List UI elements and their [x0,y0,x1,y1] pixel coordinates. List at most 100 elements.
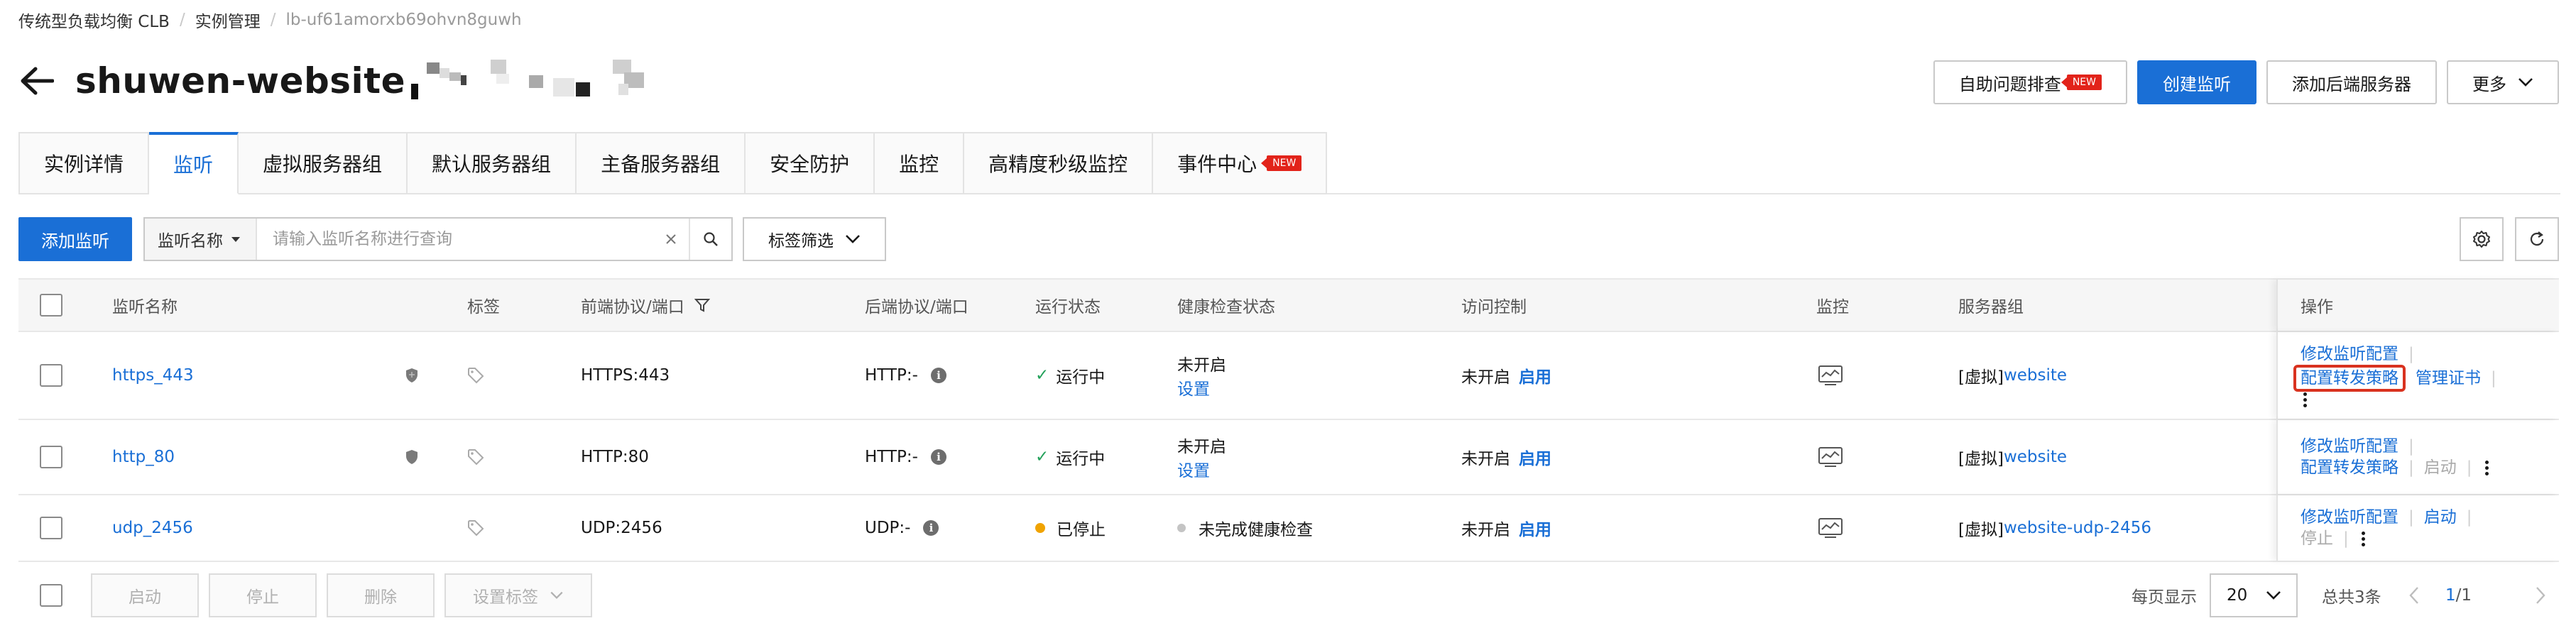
tab-high-precision-monitoring[interactable]: 高精度秒级监控 [964,132,1154,194]
server-group-link[interactable]: website [2004,366,2067,385]
action-line [2301,392,2496,407]
current-page[interactable]: 1 [2445,586,2456,605]
self-diagnose-button[interactable]: 自助问题排查 NEW [1933,60,2127,104]
batch-start-button[interactable]: 启动 [91,573,199,617]
search-icon[interactable] [689,219,731,260]
header-actions: 自助问题排查 NEW 创建监听 添加后端服务器 更多 [1933,60,2559,104]
tab-instance-details[interactable]: 实例详情 [18,132,150,194]
listener-name-link[interactable]: http_80 [112,420,175,494]
tag-filter-label: 标签筛选 [768,232,834,251]
more-dropdown-button[interactable]: 更多 [2447,60,2559,104]
manage-certificate-link[interactable]: 管理证书 [2416,368,2481,389]
tab-listeners[interactable]: 监听 [149,132,239,194]
health-settings-link[interactable]: 设置 [1177,457,1226,481]
server-group-prefix: [虚拟] [1958,368,2004,387]
tab-virtual-server-groups[interactable]: 虚拟服务器组 [239,132,408,194]
batch-delete-button[interactable]: 删除 [327,573,435,617]
start-link[interactable]: 启动 [2424,507,2457,528]
tab-primary-secondary-group[interactable]: 主备服务器组 [577,132,746,194]
add-listener-button[interactable]: 添加监听 [18,217,132,261]
col-header-health: 健康检查状态 [1177,298,1275,316]
row-checkbox[interactable] [40,364,62,387]
acl-enable-link[interactable]: 启用 [1519,363,1551,387]
info-icon[interactable]: i [923,520,939,536]
tab-label: 主备服务器组 [601,153,721,176]
clear-icon[interactable] [653,219,689,260]
tag-icon[interactable] [467,495,484,561]
health-status: 未完成健康检查 [1199,521,1313,539]
prev-page-icon[interactable] [2408,573,2420,617]
search-box: 监听名称 [143,217,733,261]
actions-cell: 修改监听配置 | 配置转发策略 | 启动 | [2301,420,2492,494]
health-cell: 未开启 设置 [1177,420,1226,494]
refresh-icon[interactable] [2515,217,2559,261]
check-icon: ✓ [1035,448,1049,466]
status-text: 运行中 [1056,450,1106,468]
acl-status: 未开启 [1461,521,1510,539]
more-actions-icon[interactable] [2482,460,2492,475]
create-listener-button[interactable]: 创建监听 [2137,60,2256,104]
back-arrow-icon[interactable] [18,62,55,99]
actions-cell: 修改监听配置 | 启动 | 停止 | [2301,495,2472,561]
settings-gear-icon[interactable] [2460,217,2504,261]
breadcrumb-item-instances[interactable]: 实例管理 [195,8,261,32]
more-actions-icon[interactable] [2301,392,2310,407]
acl-status: 未开启 [1461,368,1510,387]
health-settings-link[interactable]: 设置 [1177,375,1226,400]
info-icon[interactable]: i [930,449,946,465]
next-page-icon[interactable] [2535,573,2546,617]
page-size-select[interactable]: 20 [2210,573,2298,617]
action-line: 配置转发策略 管理证书 | [2293,365,2496,392]
server-group-link[interactable]: website [2004,448,2067,466]
action-line: 修改监听配置 | [2301,436,2492,457]
monitor-chart-icon[interactable] [1818,420,1843,494]
info-icon[interactable]: i [930,368,946,383]
filter-icon[interactable] [694,297,710,313]
monitor-chart-icon[interactable] [1818,332,1843,419]
select-all-checkbox[interactable] [40,294,62,316]
listener-name-link[interactable]: https_443 [112,332,194,419]
search-field-select[interactable]: 监听名称 [145,219,257,260]
table-row: udp_2456 UDP:2456 UDP:- i 已停止 未完成健康检查 未开… [18,495,2559,562]
search-input[interactable] [257,219,653,260]
status-text: 运行中 [1056,368,1106,387]
configure-forwarding-link[interactable]: 配置转发策略 [2301,457,2398,478]
row-checkbox[interactable] [40,446,62,468]
frontend-port: HTTPS:443 [581,366,670,385]
more-actions-icon[interactable] [2359,531,2368,546]
backend-port-cell: UDP:- i [865,495,939,561]
tag-filter-dropdown[interactable]: 标签筛选 [743,217,886,261]
tab-security-protection[interactable]: 安全防护 [746,132,875,194]
server-group-link[interactable]: website-udp-2456 [2004,519,2151,537]
divider: | [2408,345,2414,363]
row-checkbox[interactable] [40,517,62,539]
tag-icon[interactable] [467,332,484,419]
modify-listener-link[interactable]: 修改监听配置 [2301,436,2398,457]
batch-stop-button[interactable]: 停止 [209,573,317,617]
breadcrumb-item-clb[interactable]: 传统型负载均衡 CLB [18,8,170,32]
modify-listener-link[interactable]: 修改监听配置 [2301,343,2398,365]
tab-label: 监控 [899,153,939,176]
add-backend-server-button[interactable]: 添加后端服务器 [2266,60,2437,104]
col-header-server-group: 服务器组 [1958,298,2024,316]
tab-event-center[interactable]: 事件中心 NEW [1153,132,1328,194]
status-cell: ✓ 运行中 [1035,332,1105,419]
chevron-down-icon [550,591,564,600]
backend-port: HTTP:- [865,366,918,385]
backend-port: UDP:- [865,519,911,537]
configure-forwarding-link[interactable]: 配置转发策略 [2293,365,2406,392]
select-all-checkbox-footer[interactable] [40,584,62,607]
batch-set-tags-button[interactable]: 设置标签 [444,573,592,617]
server-group-prefix: [虚拟] [1958,450,2004,468]
col-header-name[interactable]: 监听名称 [112,280,178,331]
listener-name-link[interactable]: udp_2456 [112,495,193,561]
acl-enable-link[interactable]: 启用 [1519,516,1551,540]
acl-enable-link[interactable]: 启用 [1519,445,1551,469]
tab-monitoring[interactable]: 监控 [875,132,965,194]
modify-listener-link[interactable]: 修改监听配置 [2301,507,2398,528]
tag-icon[interactable] [467,420,484,494]
monitor-chart-icon[interactable] [1818,495,1843,561]
start-link-disabled[interactable]: 启动 [2424,457,2457,478]
tab-default-server-group[interactable]: 默认服务器组 [408,132,577,194]
stop-link-disabled[interactable]: 停止 [2301,528,2333,549]
